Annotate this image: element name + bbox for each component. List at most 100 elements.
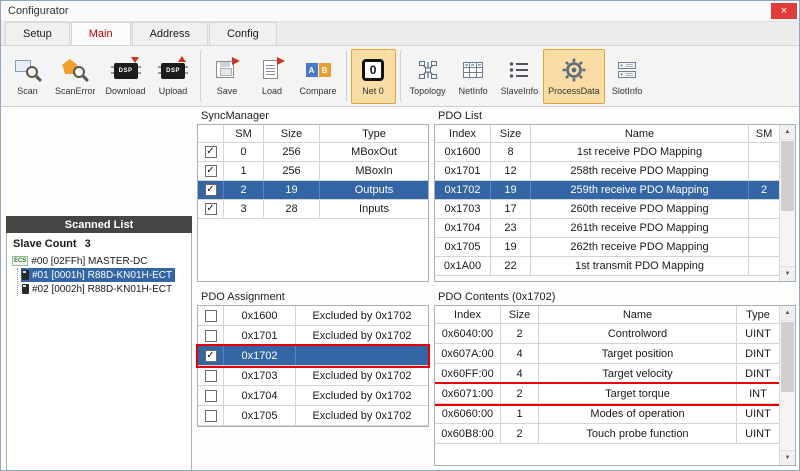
pdo-contents-table: Index Size Name Type 0x6040:00 2 Control…: [434, 305, 796, 466]
table-row[interactable]: 0x1701 Excluded by 0x1702: [198, 326, 428, 346]
scanned-list-panel: Scanned List Slave Count3 ECS #00 [02FFh…: [6, 216, 192, 471]
window-title: Configurator: [1, 5, 69, 17]
table-row[interactable]: 0x6060:00 1 Modes of operation UINT: [435, 404, 779, 424]
upload-dsp-icon: DSP: [159, 56, 187, 84]
slaveinfo-button[interactable]: SlaveInfo: [496, 49, 544, 104]
net0-icon: 0: [359, 56, 387, 84]
netinfo-button[interactable]: NetInfo: [451, 49, 496, 104]
tab-address[interactable]: Address: [132, 22, 208, 45]
upload-button[interactable]: DSP Upload: [151, 49, 196, 104]
tab-bar: Setup Main Address Config: [1, 22, 799, 46]
pdo-contents-rows: Index Size Name Type 0x6040:00 2 Control…: [435, 306, 779, 465]
table-row[interactable]: 0x1705 Excluded by 0x1702: [198, 406, 428, 426]
checkbox[interactable]: [205, 410, 217, 422]
configurator-window: Configurator × Setup Main Address Config…: [0, 0, 800, 471]
main-content: Scanned List Slave Count3 ECS #00 [02FFh…: [1, 107, 799, 470]
checkbox[interactable]: [205, 330, 217, 342]
table-row[interactable]: 0x1701 12 258th receive PDO Mapping: [435, 162, 779, 181]
table-row[interactable]: ✓ 0 256 MBoxOut: [198, 143, 428, 162]
slaveinfo-icon: [505, 56, 533, 84]
scroll-thumb[interactable]: [781, 141, 794, 211]
table-row[interactable]: 0x1600 Excluded by 0x1702: [198, 306, 428, 326]
checkbox[interactable]: ✓: [205, 184, 217, 196]
checkbox[interactable]: ✓: [205, 350, 217, 362]
col-sm: SM: [224, 125, 264, 142]
table-row[interactable]: 0x1704 23 261th receive PDO Mapping: [435, 219, 779, 238]
slave-count: Slave Count 3: [7, 233, 191, 254]
ethercat-master-icon: ECS: [12, 256, 28, 266]
tree-item-label: #01 [0001h] R88D-KN01H-ECT: [32, 270, 172, 281]
tab-config[interactable]: Config: [209, 22, 277, 45]
checkbox[interactable]: ✓: [205, 146, 217, 158]
scroll-down-icon[interactable]: ▼: [780, 266, 795, 281]
scroll-thumb[interactable]: [781, 322, 794, 392]
download-button[interactable]: DSP Download: [101, 49, 151, 104]
tree-item-slave-02[interactable]: #02 [0002h] R88D-KN01H-ECT: [21, 282, 175, 296]
tree-item-master[interactable]: ECS #00 [02FFh] MASTER-DC: [11, 254, 151, 268]
topology-button[interactable]: Topology: [405, 49, 451, 104]
table-row[interactable]: 0x60FF:00 4 Target velocity DINT: [435, 364, 779, 384]
tree-item-label: #00 [02FFh] MASTER-DC: [31, 256, 147, 267]
servo-drive-icon: [22, 270, 29, 280]
compare-ab-icon: AB: [304, 56, 332, 84]
net0-button[interactable]: 0 Net 0: [351, 49, 396, 104]
table-row-selected[interactable]: ✓ 2 19 Outputs: [198, 181, 428, 200]
netinfo-icon: [459, 56, 487, 84]
checkbox[interactable]: [205, 370, 217, 382]
scanerror-button[interactable]: ScanError: [50, 49, 101, 104]
tree-item-slave-01[interactable]: #01 [0001h] R88D-KN01H-ECT: [21, 268, 175, 282]
pdo-list-title: PDO List: [438, 110, 482, 122]
tab-main[interactable]: Main: [71, 22, 131, 45]
table-row[interactable]: 0x1703 Excluded by 0x1702: [198, 366, 428, 386]
scroll-down-icon[interactable]: ▼: [780, 450, 795, 465]
col-sm: SM: [749, 125, 779, 142]
table-row[interactable]: 0x1704 Excluded by 0x1702: [198, 386, 428, 406]
scan-button[interactable]: Scan: [5, 49, 50, 104]
pdo-assignment-table: 0x1600 Excluded by 0x1702 0x1701 Exclude…: [197, 305, 429, 427]
table-row[interactable]: 0x1705 19 262th receive PDO Mapping: [435, 238, 779, 257]
slave-count-label: Slave Count: [13, 238, 77, 250]
slotinfo-button[interactable]: SlotInfo: [605, 49, 650, 104]
col-index: Index: [435, 306, 501, 323]
toolbar-separator: [346, 51, 347, 101]
pdo-list-table: Index Size Name SM 0x1600 8 1st receive …: [434, 124, 796, 282]
titlebar: Configurator ×: [1, 1, 799, 22]
table-row[interactable]: 0x1703 17 260th receive PDO Mapping: [435, 200, 779, 219]
checkbox[interactable]: [205, 390, 217, 402]
scroll-up-icon[interactable]: ▲: [780, 125, 795, 140]
save-button[interactable]: Save: [205, 49, 250, 104]
close-button[interactable]: ×: [771, 3, 797, 19]
toolbar: Scan ScanError DSP Download DSP Upload S…: [1, 46, 799, 107]
pdo-assignment-title: PDO Assignment: [201, 291, 285, 303]
table-row[interactable]: 0x60B8:00 2 Touch probe function UINT: [435, 424, 779, 444]
tree-children: #01 [0001h] R88D-KN01H-ECT #02 [0002h] R…: [17, 268, 191, 296]
table-row[interactable]: 0x607A:00 4 Target position DINT: [435, 344, 779, 364]
scroll-up-icon[interactable]: ▲: [780, 306, 795, 321]
table-row[interactable]: 0x1A00 22 1st transmit PDO Mapping: [435, 257, 779, 276]
checkbox[interactable]: ✓: [205, 203, 217, 215]
table-row-selected[interactable]: 0x1702 19 259th receive PDO Mapping 2: [435, 181, 779, 200]
pdo-contents-header-row: Index Size Name Type: [435, 306, 779, 324]
table-row[interactable]: 0x6040:00 2 Controlword UINT: [435, 324, 779, 344]
table-row[interactable]: 0x1600 8 1st receive PDO Mapping: [435, 143, 779, 162]
tab-setup[interactable]: Setup: [5, 22, 70, 45]
vertical-scrollbar[interactable]: ▲ ▼: [779, 125, 795, 281]
checkbox[interactable]: [205, 310, 217, 322]
checkbox[interactable]: ✓: [205, 165, 217, 177]
topology-icon: [414, 56, 442, 84]
table-row[interactable]: ✓ 1 256 MBoxIn: [198, 162, 428, 181]
scan-icon: [14, 56, 42, 84]
table-row[interactable]: ✓ 3 28 Inputs: [198, 200, 428, 219]
processdata-button[interactable]: ProcessData: [543, 49, 605, 104]
table-row-annotated[interactable]: 0x6071:00 2 Target torque INT: [435, 384, 779, 404]
slotinfo-icon: [613, 56, 641, 84]
slave-tree: ECS #00 [02FFh] MASTER-DC #01 [0001h] R8…: [7, 254, 191, 296]
slave-count-value: 3: [85, 238, 91, 250]
load-button[interactable]: Load: [250, 49, 295, 104]
download-dsp-icon: DSP: [112, 56, 140, 84]
vertical-scrollbar[interactable]: ▲ ▼: [779, 306, 795, 465]
scanned-list-body: Slave Count 3 ECS #00 [02FFh] MASTER-DC #…: [6, 233, 192, 471]
pdo-list-rows: Index Size Name SM 0x1600 8 1st receive …: [435, 125, 779, 281]
compare-button[interactable]: AB Compare: [295, 49, 342, 104]
table-row-selected-annotated[interactable]: ✓ 0x1702: [198, 346, 428, 366]
